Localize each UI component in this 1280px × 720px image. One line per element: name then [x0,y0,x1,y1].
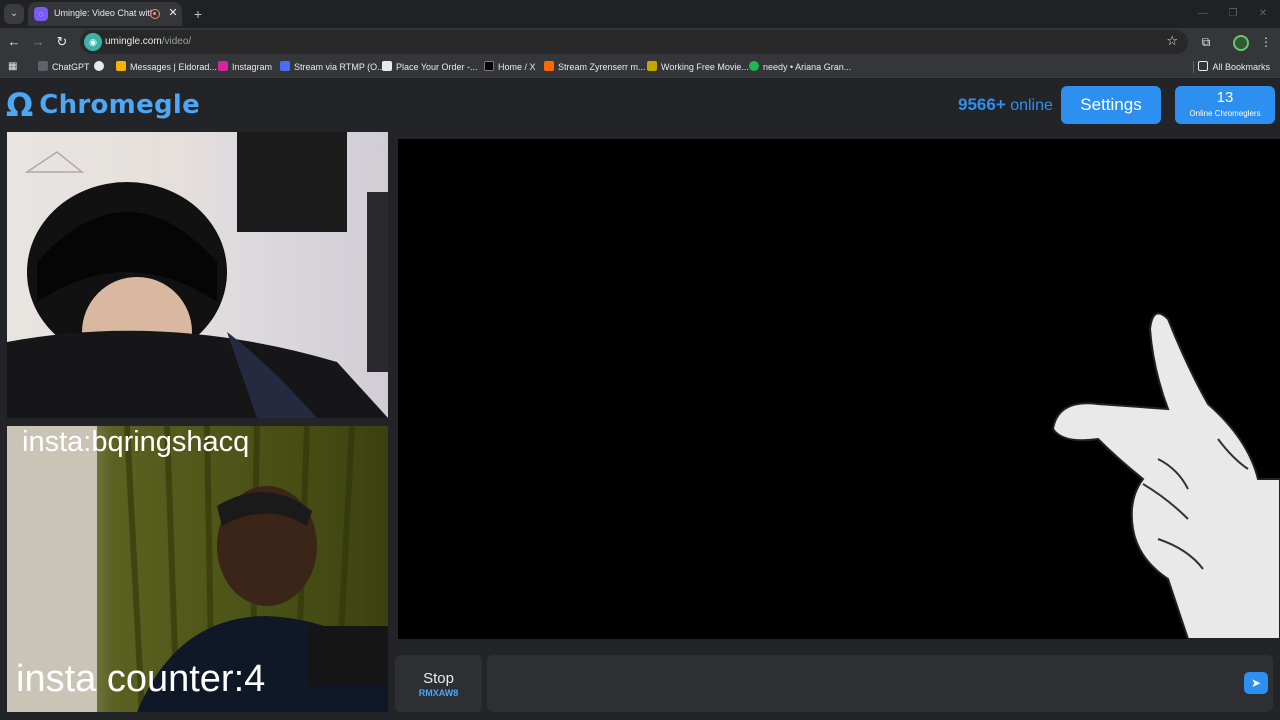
browser-toolbar: ← → ↻ ◉ umingle.com/video/ ☆ ⧉ ⋮ [0,28,1280,56]
chatgpt-icon [38,61,48,71]
online-number: 9566+ [958,95,1006,114]
bookmarks-bar: ▦ ChatGPT Messages | Eldorad... Instagra… [0,56,1280,78]
reload-icon[interactable]: ↻ [52,32,72,52]
browser-tabstrip: ⌄ ◌ Umingle: Video Chat with St ✕ + — ❐ … [0,0,1280,28]
url-path: /video/ [161,36,192,47]
online-label: online [1010,97,1053,114]
maximize-window-button[interactable]: ❐ [1218,4,1248,24]
bookmark-item[interactable]: needy • Ariana Gran... [749,59,851,75]
spotify-icon [749,61,759,71]
bookmark-item[interactable]: Home / X [484,59,536,75]
site-info-icon[interactable]: ◉ [84,33,102,51]
logo-text: Chromegle [39,90,201,120]
bookmark-item[interactable]: Messages | Eldorad... [116,59,217,75]
tab-title: Umingle: Video Chat with St [54,8,152,18]
chromeglers-count: 13 [1216,89,1234,106]
back-arrow-icon[interactable]: ← [4,32,24,52]
online-chromeglers-button[interactable]: 13 Online Chromeglers [1175,86,1275,124]
insta-handle-overlay: insta:bqringshacq [22,426,250,458]
browser-tab-active[interactable]: ◌ Umingle: Video Chat with St ✕ [28,2,182,26]
bookmark-item[interactable]: Working Free Movie... [647,59,749,75]
send-message-button[interactable]: ➤ [1244,672,1268,694]
x-logo-icon [484,61,494,71]
url-text: umingle.com/video/ [105,36,191,47]
bookmark-star-icon[interactable]: ☆ [1166,33,1178,49]
bookmarks-divider [1193,61,1194,73]
browser-menu-icon[interactable]: ⋮ [1256,32,1276,52]
bookmark-item[interactable]: Place Your Order -... [382,59,478,75]
chat-message-input[interactable] [487,655,1273,712]
insta-counter-overlay: insta counter:4 [16,658,266,700]
all-bookmarks-button[interactable]: All Bookmarks [1198,59,1270,75]
bookmark-item[interactable]: Stream Zyrenserr m... [544,59,646,75]
url-host: umingle.com [105,36,162,47]
stranger-video-feed: ⤢ [7,132,388,418]
address-bar[interactable]: ◉ umingle.com/video/ ☆ [80,30,1188,54]
instagram-icon [218,61,228,71]
eldorado-icon [116,61,126,71]
bookmark-item[interactable] [94,59,108,75]
main-video-display [398,139,1280,639]
apps-grid-icon[interactable]: ▦ [8,61,20,73]
tab-close-icon[interactable]: ✕ [166,6,180,20]
bookmark-item[interactable]: Instagram [218,59,272,75]
close-window-button[interactable]: ✕ [1248,4,1278,24]
webcam-scene-image: ⤢ [7,132,388,418]
stop-label: Stop [423,670,454,687]
order-icon [382,61,392,71]
omega-logo-icon: Ω [6,86,34,124]
folder-icon [1198,61,1209,71]
recording-indicator-icon [150,9,160,19]
forward-arrow-icon[interactable]: → [28,32,48,52]
bookmark-item[interactable]: ChatGPT [38,59,90,75]
umingle-favicon-icon: ◌ [34,7,48,21]
self-video-feed: insta:bqringshacq insta counter:4 [7,426,388,712]
pointing-hand-image [1051,312,1280,639]
minimize-window-button[interactable]: — [1188,4,1218,24]
bookmark-item[interactable]: Stream via RTMP (O... [280,59,385,75]
online-count: 9566+ online [958,95,1053,115]
svg-text:⤢: ⤢ [377,144,385,155]
movie-icon [647,61,657,71]
soundcloud-icon [544,61,554,71]
extensions-puzzle-icon[interactable]: ⧉ [1196,32,1216,52]
chromegle-page: Ω Chromegle 9566+ online Settings 13 Onl… [0,79,1280,720]
new-tab-button[interactable]: + [188,4,208,24]
globe-icon [94,61,104,71]
settings-button[interactable]: Settings [1061,86,1161,124]
chromeglers-label: Online Chromeglers [1189,109,1261,118]
session-code: RMXAW8 [418,688,459,698]
restream-icon [280,61,290,71]
profile-avatar[interactable] [1233,35,1249,51]
tab-search-icon[interactable]: ⌄ [4,4,24,24]
stop-button[interactable]: Stop RMXAW8 [395,655,482,712]
chromegle-logo[interactable]: Ω Chromegle [6,86,200,124]
